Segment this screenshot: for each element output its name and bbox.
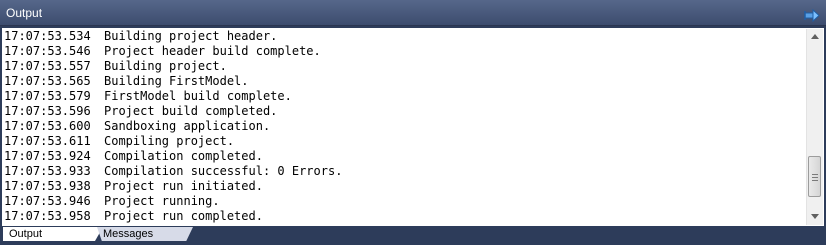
log-message: Project running. [104, 194, 220, 208]
log-timestamp: 17:07:53.938 [4, 179, 91, 193]
log-timestamp: 17:07:53.546 [4, 44, 91, 58]
log-timestamp: 17:07:53.600 [4, 119, 91, 133]
log-timestamp: 17:07:53.958 [4, 209, 91, 223]
log-message: Sandboxing application. [104, 119, 271, 133]
grip-line [812, 174, 818, 175]
log-row: 17:07:53.546 Project header build complet… [4, 44, 804, 59]
log-row: 17:07:53.611 Compiling project. [4, 134, 804, 149]
log-timestamp: 17:07:53.579 [4, 89, 91, 103]
log-message: Building project. [104, 59, 227, 73]
tab-messages[interactable]: Messages [97, 227, 193, 241]
log-message: Project header build complete. [104, 44, 321, 58]
log-message: Compiling project. [104, 134, 235, 148]
grip-line [812, 180, 818, 181]
log-timestamp: 17:07:53.933 [4, 164, 91, 178]
log-row: 17:07:53.565 Building FirstModel. [4, 74, 804, 89]
log-timestamp: 17:07:53.924 [4, 149, 91, 163]
arrow-down-icon [811, 214, 819, 219]
panel-title: Output [6, 6, 43, 20]
log-message: Compilation completed. [104, 149, 263, 163]
scroll-down-button[interactable] [807, 209, 823, 225]
arrow-up-icon [811, 34, 819, 39]
panel-titlebar[interactable]: Output [0, 0, 826, 26]
log-timestamp: 17:07:53.565 [4, 74, 91, 88]
log-message: FirstModel build complete. [104, 89, 292, 103]
log-message: Building project header. [104, 29, 278, 43]
log-row: 17:07:53.596 Project build completed. [4, 104, 804, 119]
output-log-area[interactable]: 17:07:53.534 Building project header. 17:0… [2, 28, 824, 226]
grip-line [812, 177, 818, 178]
output-panel: Output 17:07:53.534 Building project head… [0, 0, 826, 245]
log-timestamp: 17:07:53.946 [4, 194, 91, 208]
log-row: 17:07:53.938 Project run initiated. [4, 179, 804, 194]
log-row: 17:07:53.557 Building project. [4, 59, 804, 74]
log-message: Project run initiated. [104, 179, 263, 193]
scroll-up-button[interactable] [807, 29, 823, 45]
log-row: 17:07:53.946 Project running. [4, 194, 804, 209]
log-row: 17:07:53.924 Compilation completed. [4, 149, 804, 164]
tab-output[interactable]: Output [3, 227, 103, 241]
log-row: 17:07:53.958 Project run completed. [4, 209, 804, 224]
log-message: Project build completed. [104, 104, 278, 118]
log-row: 17:07:53.933 Compilation successful: 0 Er… [4, 164, 804, 179]
log-timestamp: 17:07:53.534 [4, 29, 91, 43]
log-row: 17:07:53.600 Sandboxing application. [4, 119, 804, 134]
log-timestamp: 17:07:53.596 [4, 104, 91, 118]
log-list: 17:07:53.534 Building project header. 17:0… [4, 29, 804, 224]
scroll-thumb[interactable] [808, 156, 821, 197]
vertical-scrollbar[interactable] [806, 29, 823, 225]
log-message: Compilation successful: 0 Errors. [104, 164, 343, 178]
pin-icon[interactable] [804, 7, 820, 23]
log-message: Building FirstModel. [104, 74, 249, 88]
log-timestamp: 17:07:53.557 [4, 59, 91, 73]
log-message: Project run completed. [104, 209, 263, 223]
log-timestamp: 17:07:53.611 [4, 134, 91, 148]
tab-bar: Output Messages [0, 227, 826, 245]
log-row: 17:07:53.534 Building project header. [4, 29, 804, 44]
log-row: 17:07:53.579 FirstModel build complete. [4, 89, 804, 104]
